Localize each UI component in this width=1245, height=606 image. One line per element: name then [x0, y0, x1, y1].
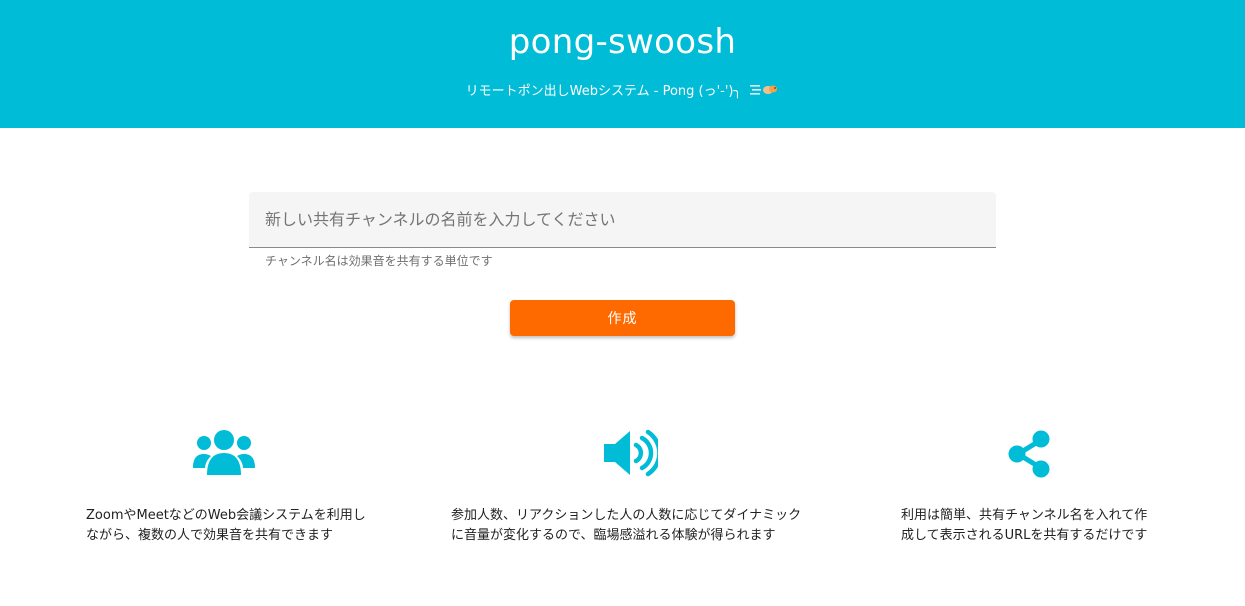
- feature-dynamic-volume-line1: 参加人数、リアクションした人の人数に応じてダイナミック: [451, 508, 802, 523]
- feature-sharing-line2: ながら、複数の人で効果音を共有できます: [86, 528, 334, 543]
- channel-helper-text: チャンネル名は効果音を共有する単位です: [265, 254, 493, 268]
- channel-name-field[interactable]: [249, 192, 996, 248]
- app-subtitle: リモートポン出しWebシステム - Pong (っ'-')╮: [0, 80, 1245, 99]
- app-header: pong-swoosh リモートポン出しWebシステム - Pong (っ'-'…: [0, 0, 1245, 128]
- channel-name-input[interactable]: [249, 192, 996, 247]
- feature-dynamic-volume-text: 参加人数、リアクションした人の人数に応じてダイナミック に音量が変化するので、臨…: [451, 506, 811, 546]
- subtitle-text: リモートポン出しWebシステム - Pong (っ'-')╮: [465, 84, 742, 99]
- app-title: pong-swoosh: [508, 22, 737, 62]
- swoosh-emoji-icon: [749, 81, 779, 99]
- feature-easy-share-line1: 利用は簡単、共有チャンネル名を入れて作: [901, 508, 1148, 523]
- feature-dynamic-volume-line2: に音量が変化するので、臨場感溢れる体験が得られます: [451, 528, 776, 543]
- feature-sharing-text: ZoomやMeetなどのWeb会議システムを利用し ながら、複数の人で効果音を共…: [86, 506, 376, 546]
- feature-easy-share-line2: 成して表示されるURLを共有するだけです: [901, 528, 1148, 543]
- feature-sharing-line1: ZoomやMeetなどのWeb会議システムを利用し: [86, 508, 366, 523]
- create-button[interactable]: 作成: [510, 300, 735, 336]
- feature-easy-share-text: 利用は簡単、共有チャンネル名を入れて作 成して表示されるURLを共有するだけです: [901, 506, 1161, 546]
